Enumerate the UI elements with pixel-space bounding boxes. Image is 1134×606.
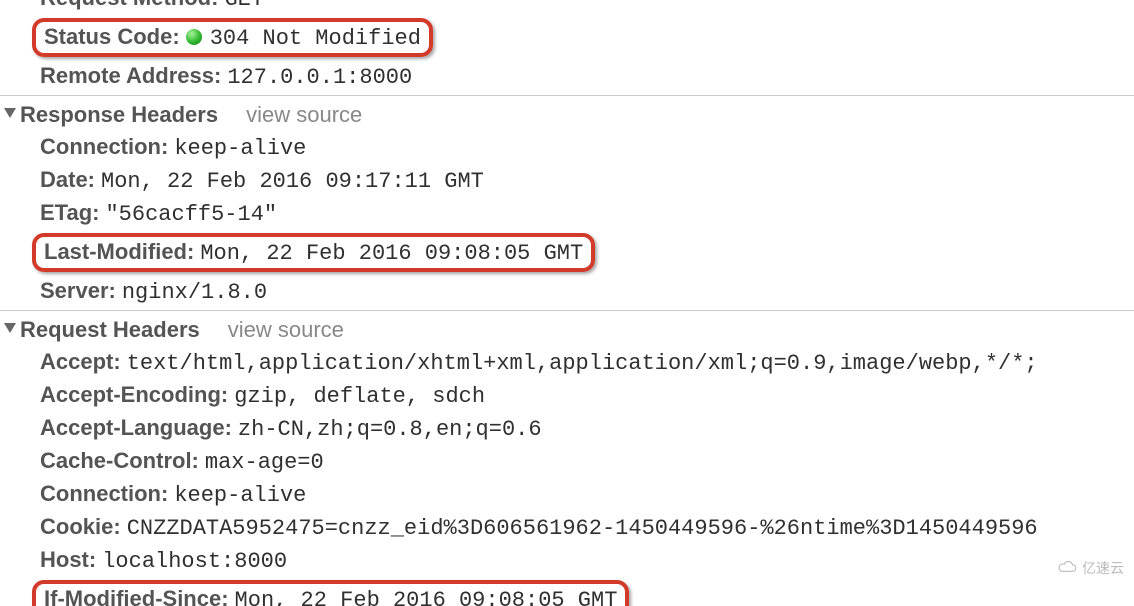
row-remote-address: Remote Address: 127.0.0.1:8000 <box>0 60 1134 93</box>
row-req-accept: Accept: text/html,application/xhtml+xml,… <box>0 346 1134 379</box>
label-resp-connection: Connection: <box>40 134 168 160</box>
row-req-accept-encoding: Accept-Encoding: gzip, deflate, sdch <box>0 379 1134 412</box>
row-req-cookie: Cookie: CNZZDATA5952475=cnzz_eid%3D60656… <box>0 511 1134 544</box>
value-remote-address: 127.0.0.1:8000 <box>227 65 412 90</box>
row-resp-etag: ETag: "56cacff5-14" <box>0 197 1134 230</box>
highlight-last-modified: Last-Modified: Mon, 22 Feb 2016 09:08:05… <box>32 233 595 272</box>
chevron-down-icon[interactable] <box>4 323 16 333</box>
value-request-method: GET <box>224 0 264 12</box>
label-req-host: Host: <box>40 547 96 573</box>
label-status-code: Status Code: <box>44 24 180 50</box>
label-resp-date: Date: <box>40 167 95 193</box>
row-status-code: Status Code: 304 Not Modified <box>0 15 1134 60</box>
watermark: 亿速云 <box>1056 558 1124 578</box>
label-resp-server: Server: <box>40 278 116 304</box>
row-resp-last-modified: Last-Modified: Mon, 22 Feb 2016 09:08:05… <box>0 230 1134 275</box>
row-req-host: Host: localhost:8000 <box>0 544 1134 577</box>
row-resp-server: Server: nginx/1.8.0 <box>0 275 1134 308</box>
label-req-accept-language: Accept-Language: <box>40 415 232 441</box>
view-source-request[interactable]: view source <box>228 317 344 343</box>
label-req-cookie: Cookie: <box>40 514 121 540</box>
highlight-status-code: Status Code: 304 Not Modified <box>32 18 433 57</box>
row-request-method: Request Method: GET <box>0 0 1134 15</box>
value-req-host: localhost:8000 <box>102 549 287 574</box>
section-title-request: Request Headers <box>20 317 200 343</box>
watermark-text: 亿速云 <box>1082 558 1124 578</box>
label-req-accept-encoding: Accept-Encoding: <box>40 382 228 408</box>
cloud-icon <box>1056 561 1078 575</box>
row-req-if-modified-since: If-Modified-Since: Mon, 22 Feb 2016 09:0… <box>0 577 1134 606</box>
value-req-connection: keep-alive <box>174 483 306 508</box>
label-req-connection: Connection: <box>40 481 168 507</box>
status-dot-icon <box>186 29 202 45</box>
value-resp-last-modified: Mon, 22 Feb 2016 09:08:05 GMT <box>200 241 583 266</box>
value-status-code: 304 Not Modified <box>210 26 421 51</box>
chevron-down-icon[interactable] <box>4 108 16 118</box>
value-req-accept-encoding: gzip, deflate, sdch <box>234 384 485 409</box>
value-req-accept: text/html,application/xhtml+xml,applicat… <box>127 351 1038 376</box>
value-req-cookie: CNZZDATA5952475=cnzz_eid%3D606561962-145… <box>127 516 1038 541</box>
view-source-response[interactable]: view source <box>246 102 362 128</box>
value-resp-connection: keep-alive <box>174 136 306 161</box>
value-req-accept-language: zh-CN,zh;q=0.8,en;q=0.6 <box>238 417 542 442</box>
value-resp-date: Mon, 22 Feb 2016 09:17:11 GMT <box>101 169 484 194</box>
label-req-accept: Accept: <box>40 349 121 375</box>
value-req-cache-control: max-age=0 <box>205 450 324 475</box>
row-req-cache-control: Cache-Control: max-age=0 <box>0 445 1134 478</box>
row-req-connection: Connection: keep-alive <box>0 478 1134 511</box>
row-resp-date: Date: Mon, 22 Feb 2016 09:17:11 GMT <box>0 164 1134 197</box>
section-title-response: Response Headers <box>20 102 218 128</box>
row-req-accept-language: Accept-Language: zh-CN,zh;q=0.8,en;q=0.6 <box>0 412 1134 445</box>
label-req-cache-control: Cache-Control: <box>40 448 199 474</box>
label-resp-etag: ETag: <box>40 200 99 226</box>
label-req-if-modified-since: If-Modified-Since: <box>44 586 229 606</box>
section-response-headers[interactable]: Response Headers view source <box>0 95 1134 131</box>
label-remote-address: Remote Address: <box>40 63 221 89</box>
label-request-method: Request Method: <box>40 0 218 11</box>
row-resp-connection: Connection: keep-alive <box>0 131 1134 164</box>
value-resp-server: nginx/1.8.0 <box>122 280 267 305</box>
label-resp-last-modified: Last-Modified: <box>44 239 194 265</box>
value-resp-etag: "56cacff5-14" <box>105 202 277 227</box>
section-request-headers[interactable]: Request Headers view source <box>0 310 1134 346</box>
value-req-if-modified-since: Mon, 22 Feb 2016 09:08:05 GMT <box>235 588 618 606</box>
